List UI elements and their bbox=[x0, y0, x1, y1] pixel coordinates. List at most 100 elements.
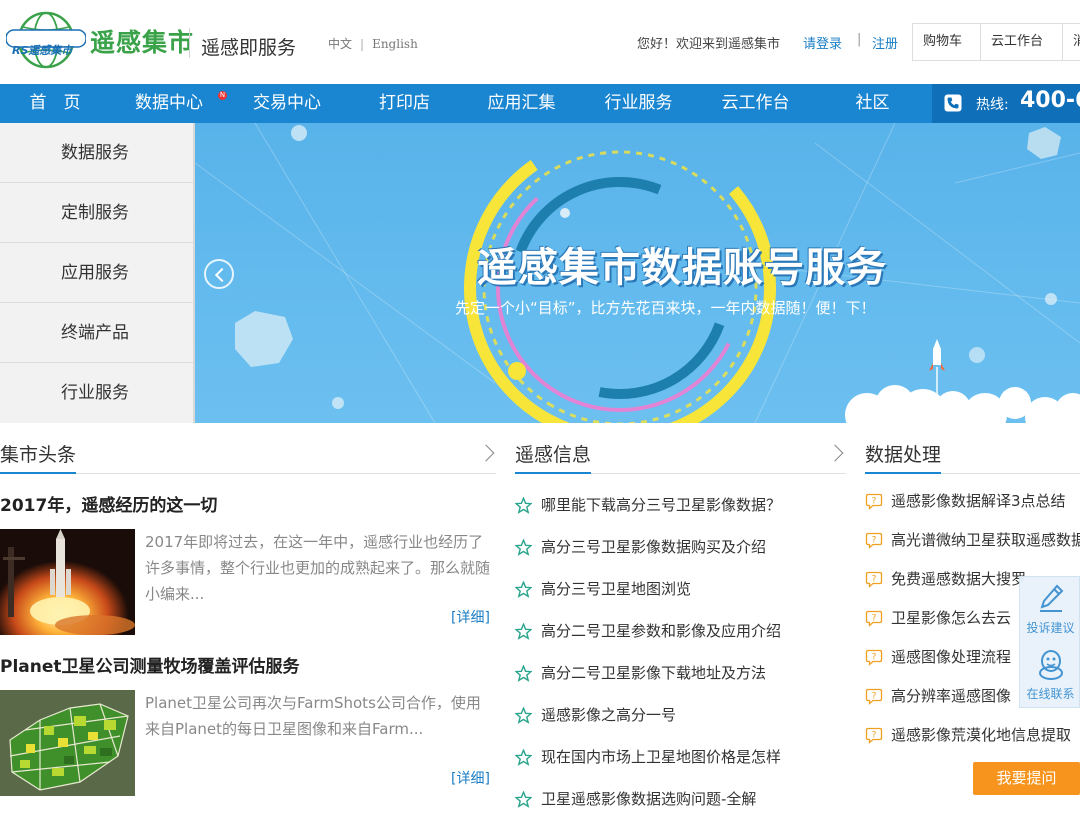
svg-text:?: ? bbox=[872, 731, 877, 741]
hero-banner[interactable]: 遥感集市数据账号服务 先定一个小“目标”，比方先花百来块，一年内数据随！便！下！ bbox=[195, 123, 1080, 423]
list-item[interactable]: 高分三号卫星影像数据购买及介绍 bbox=[515, 526, 846, 568]
svg-text:?: ? bbox=[872, 536, 877, 546]
data-proc-title[interactable]: 数据处理 bbox=[865, 440, 942, 474]
star-icon bbox=[515, 497, 532, 514]
globe-logo-icon bbox=[6, 11, 86, 69]
list-item[interactable]: 遥感影像之高分一号 bbox=[515, 694, 846, 736]
headline-title-2[interactable]: Planet卫星公司测量牧场覆盖评估服务 bbox=[0, 652, 300, 677]
svg-text:?: ? bbox=[872, 614, 877, 624]
logo-badge-text: RS遥感集市 bbox=[12, 44, 73, 57]
star-icon bbox=[515, 539, 532, 556]
list-item[interactable]: ? 高光谱微纳卫星获取遥感数据 bbox=[865, 521, 1080, 560]
list-item[interactable]: 哪里能下载高分三号卫星影像数据？ bbox=[515, 484, 846, 526]
headline-image-1[interactable] bbox=[0, 529, 135, 635]
qq-penguin-icon bbox=[1039, 650, 1063, 680]
nav-community[interactable]: 社区 bbox=[814, 84, 931, 123]
headline-image-2[interactable] bbox=[0, 690, 135, 796]
question-icon: ? bbox=[865, 649, 883, 666]
banner-title: 遥感集市数据账号服务 bbox=[477, 245, 887, 291]
chevron-right-icon[interactable] bbox=[826, 444, 844, 462]
list-item[interactable]: 卫星遥感影像数据选购问题-全解 bbox=[515, 778, 846, 814]
star-icon bbox=[515, 791, 532, 808]
banner-subtitle: 先定一个小“目标”，比方先花百来块，一年内数据随！便！下！ bbox=[455, 299, 876, 317]
side-menu-industry-service[interactable]: 行业服务 bbox=[0, 363, 193, 423]
header-divider bbox=[189, 28, 190, 58]
rs-info-header: 遥感信息 bbox=[515, 440, 846, 474]
side-menu-custom-service[interactable]: 定制服务 bbox=[0, 183, 193, 243]
farm-map-image bbox=[0, 690, 135, 796]
list-item-label: 遥感图像处理流程 bbox=[891, 648, 1012, 666]
site-logo[interactable]: RS遥感集市 遥感集市 bbox=[6, 11, 193, 69]
auth-separator: | bbox=[857, 32, 862, 47]
cloud-workbench-button[interactable]: 云工作台 bbox=[980, 23, 1063, 61]
headline-detail-link-2[interactable]: [详细] bbox=[451, 768, 490, 788]
list-item-label: 遥感影像数据解译3点总结 bbox=[891, 492, 1066, 510]
ask-question-button[interactable]: 我要提问 bbox=[973, 762, 1080, 795]
list-item[interactable]: 现在国内市场上卫星地图价格是怎样 bbox=[515, 736, 846, 778]
headline-summary-1: 2017年即将过去，在这一年中，遥感行业也经历了许多事情，整个行业也更加的成熟起… bbox=[145, 533, 491, 603]
list-item-label: 高分二号卫星参数和影像及应用介绍 bbox=[541, 622, 782, 640]
cart-button[interactable]: 购物车 bbox=[912, 23, 981, 61]
svg-text:?: ? bbox=[872, 575, 877, 585]
hotline-number: 400-6 bbox=[1020, 88, 1080, 113]
nav-data-center[interactable]: 数据中心 bbox=[110, 84, 228, 123]
question-icon: ? bbox=[865, 610, 883, 627]
side-menu-app-service[interactable]: 应用服务 bbox=[0, 243, 193, 303]
list-item-label: 遥感影像之高分一号 bbox=[541, 706, 677, 724]
nav-trade-center[interactable]: 交易中心 bbox=[228, 84, 346, 123]
list-item-label: 高光谱微纳卫星获取遥感数据 bbox=[891, 531, 1080, 549]
svg-text:?: ? bbox=[872, 497, 877, 507]
headline-title-1[interactable]: 2017年，遥感经历的这一切 bbox=[0, 491, 217, 516]
login-link[interactable]: 请登录 bbox=[803, 33, 842, 52]
nav-home[interactable]: 首 页 bbox=[0, 84, 110, 123]
list-item-label: 免费遥感数据大搜罗 bbox=[891, 570, 1027, 588]
side-menu-data-service[interactable]: 数据服务 bbox=[0, 123, 193, 183]
online-contact-button[interactable]: 在线联系 bbox=[1020, 643, 1080, 709]
list-item-label: 高分二号卫星影像下载地址及方法 bbox=[541, 664, 767, 682]
list-item-label: 现在国内市场上卫星地图价格是怎样 bbox=[541, 748, 782, 766]
list-item[interactable]: ? 遥感影像荒漠化地信息提取 bbox=[865, 716, 1080, 755]
nav-industry-service[interactable]: 行业服务 bbox=[580, 84, 697, 123]
banner-prev-arrow-icon[interactable] bbox=[204, 259, 234, 289]
list-item-label: 高分三号卫星地图浏览 bbox=[541, 580, 692, 598]
list-item-label: 高分三号卫星影像数据购买及介绍 bbox=[541, 538, 767, 556]
site-header: RS遥感集市 遥感集市 遥感即服务 中文 | English 您好！欢迎来到遥感集市… bbox=[0, 0, 1080, 84]
more-button[interactable]: 消息 bbox=[1062, 23, 1080, 61]
list-item[interactable]: ? 遥感影像数据解译3点总结 bbox=[865, 482, 1080, 521]
list-item-label: 卫星影像怎么去云 bbox=[891, 609, 1012, 627]
complaint-label: 投诉建议 bbox=[1026, 621, 1075, 635]
pencil-icon bbox=[1040, 584, 1064, 612]
nav-cloud-workbench[interactable]: 云工作台 bbox=[697, 84, 814, 123]
list-item[interactable]: 高分二号卫星参数和影像及应用介绍 bbox=[515, 610, 846, 652]
new-badge: N bbox=[218, 91, 227, 100]
list-item[interactable]: 高分三号卫星地图浏览 bbox=[515, 568, 846, 610]
welcome-text: 您好！欢迎来到遥感集市 bbox=[637, 37, 781, 52]
slogan: 遥感即服务 bbox=[201, 37, 297, 59]
phone-icon bbox=[944, 94, 962, 112]
list-item[interactable]: 高分二号卫星影像下载地址及方法 bbox=[515, 652, 846, 694]
question-icon: ? bbox=[865, 727, 883, 744]
headline-detail-link-1[interactable]: [详细] bbox=[451, 607, 490, 627]
side-menu: 数据服务 定制服务 应用服务 终端产品 行业服务 bbox=[0, 123, 195, 423]
lang-english-link[interactable]: English bbox=[372, 37, 418, 51]
lang-chinese-link[interactable]: 中文 bbox=[328, 35, 352, 52]
hotline: 热线: 400-6 bbox=[932, 84, 1080, 123]
register-link[interactable]: 注册 bbox=[872, 33, 898, 52]
svg-text:?: ? bbox=[872, 692, 877, 702]
chevron-right-icon[interactable] bbox=[477, 444, 495, 462]
question-icon: ? bbox=[865, 571, 883, 588]
star-icon bbox=[515, 707, 532, 724]
side-menu-terminal-products[interactable]: 终端产品 bbox=[0, 303, 193, 363]
nav-app-collection[interactable]: 应用汇集 bbox=[463, 84, 580, 123]
list-item-label: 高分辨率遥感图像 bbox=[891, 687, 1012, 705]
question-icon: ? bbox=[865, 493, 883, 510]
rs-info-title[interactable]: 遥感信息 bbox=[515, 440, 592, 474]
nav-print-shop[interactable]: 打印店 bbox=[346, 84, 463, 123]
online-contact-label: 在线联系 bbox=[1026, 687, 1075, 701]
list-item-label: 哪里能下载高分三号卫星影像数据？ bbox=[541, 496, 782, 514]
complaint-button[interactable]: 投诉建议 bbox=[1020, 577, 1080, 643]
star-icon bbox=[515, 665, 532, 682]
headlines-title[interactable]: 集市头条 bbox=[0, 440, 77, 474]
data-proc-header: 数据处理 bbox=[865, 440, 1080, 474]
logo-name: 遥感集市 bbox=[90, 28, 195, 57]
